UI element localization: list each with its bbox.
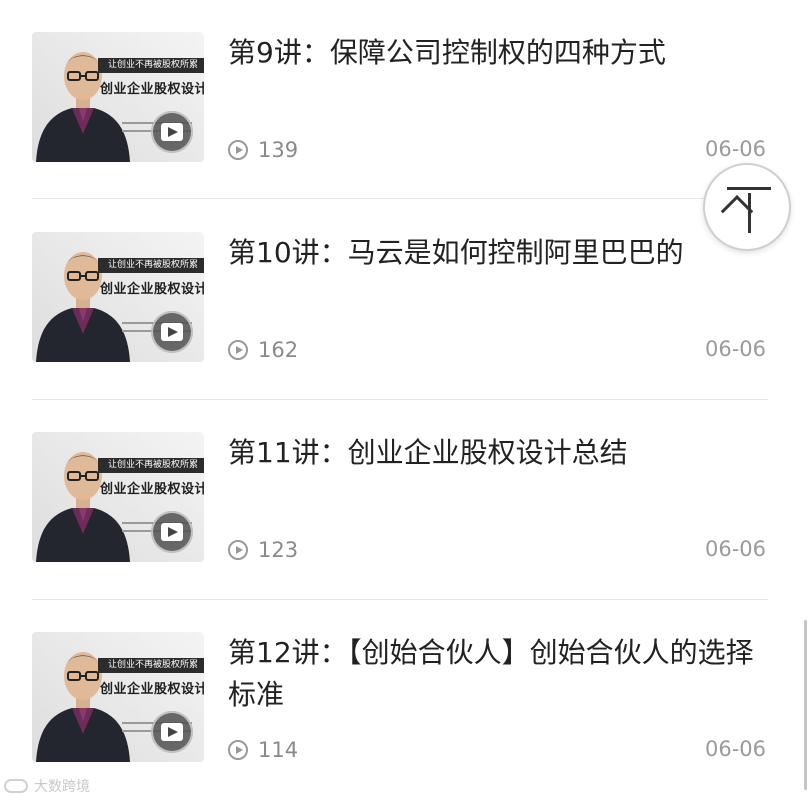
back-to-top-button[interactable]: [703, 163, 791, 251]
play-count-icon: [228, 740, 248, 760]
thumb-banner: 让创业不再被股权所累: [98, 458, 204, 473]
lesson-item[interactable]: 让创业不再被股权所累 创业企业股权设计 第11讲：创业企业股权设计总结 123 …: [0, 400, 810, 600]
play-count-icon: [228, 140, 248, 160]
thumb-banner: 让创业不再被股权所累: [98, 658, 204, 673]
view-count: 114: [258, 738, 299, 762]
lesson-title[interactable]: 第12讲：【创始合伙人】创始合伙人的选择标准: [228, 632, 758, 716]
lesson-thumbnail[interactable]: 让创业不再被股权所累 创业企业股权设计: [32, 32, 204, 162]
lesson-title[interactable]: 第11讲：创业企业股权设计总结: [228, 432, 768, 474]
lesson-views: 139: [228, 138, 298, 162]
watermark-logo-icon: [4, 779, 28, 793]
lesson-thumbnail[interactable]: 让创业不再被股权所累 创业企业股权设计: [32, 232, 204, 362]
lesson-date: 06-06: [704, 337, 766, 361]
view-count: 139: [258, 138, 299, 162]
lesson-item[interactable]: 让创业不再被股权所累 创业企业股权设计 第9讲：保障公司控制权的四种方式 139…: [0, 0, 810, 200]
thumb-course-title: 创业企业股权设计: [99, 82, 204, 97]
instructor-image: [36, 52, 130, 162]
video-play-icon[interactable]: [151, 511, 193, 553]
divider: [32, 198, 768, 199]
scrollbar[interactable]: [804, 620, 807, 790]
lesson-views: 123: [228, 538, 298, 562]
lesson-item[interactable]: 让创业不再被股权所累 创业企业股权设计 第10讲：马云是如何控制阿里巴巴的 16…: [0, 200, 810, 400]
lesson-title[interactable]: 第10讲：马云是如何控制阿里巴巴的: [228, 232, 768, 274]
view-count: 123: [258, 538, 299, 562]
lesson-date: 06-06: [704, 137, 766, 161]
instructor-image: [36, 452, 130, 562]
play-count-icon: [228, 340, 248, 360]
instructor-image: [36, 252, 130, 362]
watermark: 大数跨境: [4, 776, 90, 796]
video-play-icon[interactable]: [151, 711, 193, 753]
lesson-views: 114: [228, 738, 298, 762]
lesson-date: 06-06: [704, 737, 766, 761]
lesson-views: 162: [228, 338, 298, 362]
lesson-thumbnail[interactable]: 让创业不再被股权所累 创业企业股权设计: [32, 432, 204, 562]
thumb-course-title: 创业企业股权设计: [99, 282, 204, 297]
watermark-text: 大数跨境: [34, 779, 90, 795]
lesson-date: 06-06: [704, 537, 766, 561]
lesson-item[interactable]: 让创业不再被股权所累 创业企业股权设计 第12讲：【创始合伙人】创始合伙人的选择…: [0, 600, 810, 800]
thumb-course-title: 创业企业股权设计: [99, 482, 204, 497]
thumb-course-title: 创业企业股权设计: [99, 682, 204, 697]
play-count-icon: [228, 540, 248, 560]
lesson-title[interactable]: 第9讲：保障公司控制权的四种方式: [228, 32, 768, 74]
lesson-thumbnail[interactable]: 让创业不再被股权所累 创业企业股权设计: [32, 632, 204, 762]
video-play-icon[interactable]: [151, 311, 193, 353]
video-play-icon[interactable]: [151, 111, 193, 153]
thumb-banner: 让创业不再被股权所累: [98, 58, 204, 73]
view-count: 162: [258, 338, 299, 362]
thumb-banner: 让创业不再被股权所累: [98, 258, 204, 273]
instructor-image: [36, 652, 130, 762]
